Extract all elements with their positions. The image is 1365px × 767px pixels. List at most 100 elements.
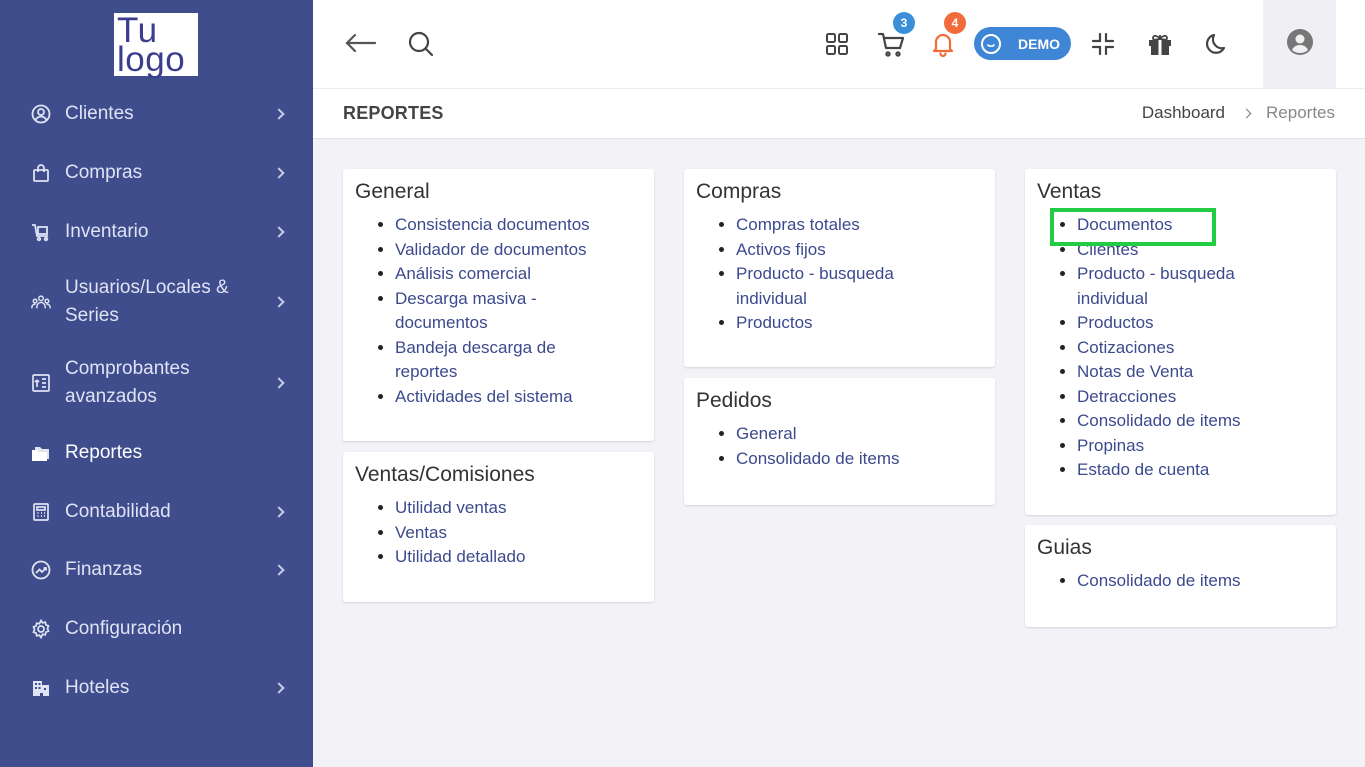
list-item: Estado de cuenta bbox=[1077, 458, 1240, 483]
list-item: Producto - busqueda individual bbox=[1077, 262, 1240, 311]
search-icon[interactable] bbox=[405, 28, 437, 60]
report-link[interactable]: Notas de Venta bbox=[1077, 362, 1193, 381]
sidebar-item-label: Contabilidad bbox=[65, 501, 171, 522]
report-link[interactable]: Compras totales bbox=[736, 215, 860, 234]
sidebar-item-hoteles[interactable]: Hoteles bbox=[0, 674, 313, 702]
sidebar-item-inventario[interactable]: Inventario bbox=[0, 218, 313, 246]
back-arrow-icon[interactable] bbox=[343, 28, 379, 58]
list-item: Consolidado de items bbox=[736, 447, 899, 472]
report-list: Utilidad ventas Ventas Utilidad detallad… bbox=[395, 496, 525, 570]
report-link[interactable]: individual bbox=[736, 289, 807, 308]
sidebar-item-compras[interactable]: Compras bbox=[0, 159, 313, 187]
list-item: Descarga masiva - documentos bbox=[395, 287, 590, 336]
report-link[interactable]: Consolidado de items bbox=[1077, 411, 1240, 430]
report-link[interactable]: Bandeja descarga de bbox=[395, 338, 556, 357]
list-item: Validador de documentos bbox=[395, 238, 590, 263]
report-list: Documentos Clientes Producto - busquedai… bbox=[1077, 213, 1240, 483]
list-item: Utilidad ventas bbox=[395, 496, 525, 521]
report-link[interactable]: Producto - busqueda bbox=[736, 264, 894, 283]
report-link[interactable]: Consolidado de items bbox=[736, 449, 899, 468]
chevron-right-icon bbox=[273, 377, 285, 389]
report-link[interactable]: Actividades del sistema bbox=[395, 387, 573, 406]
sidebar-item-label: Reportes bbox=[65, 442, 143, 463]
report-link[interactable]: Ventas bbox=[395, 523, 447, 542]
shopping-bag-icon bbox=[31, 163, 51, 183]
list-item: Notas de Venta bbox=[1077, 360, 1240, 385]
sidebar-item-usuarios[interactable]: Usuarios/Locales & Series bbox=[0, 274, 313, 330]
report-link[interactable]: Utilidad ventas bbox=[395, 498, 507, 517]
card-guias: Guias Consolidado de items bbox=[1025, 525, 1336, 627]
report-link[interactable]: Producto - busqueda bbox=[1077, 264, 1235, 283]
card-compras: Compras Compras totales Activos fijos Pr… bbox=[684, 169, 995, 367]
sidebar-item-contabilidad[interactable]: Contabilidad bbox=[0, 498, 313, 526]
list-item: Ventas bbox=[395, 521, 525, 546]
notifications-count-badge: 4 bbox=[944, 12, 966, 34]
report-link[interactable]: General bbox=[736, 424, 796, 443]
list-item: Consistencia documentos bbox=[395, 213, 590, 238]
trend-icon bbox=[31, 560, 51, 580]
sidebar-item-label: Hoteles bbox=[65, 677, 130, 698]
report-list: Consolidado de items bbox=[1077, 569, 1240, 594]
report-link[interactable]: documentos bbox=[395, 313, 488, 332]
moon-icon[interactable] bbox=[1203, 30, 1231, 58]
report-link[interactable]: Cotizaciones bbox=[1077, 338, 1174, 357]
cart-box-icon bbox=[31, 222, 51, 242]
sidebar-item-label: avanzados bbox=[65, 386, 157, 407]
folders-icon bbox=[31, 443, 51, 463]
building-icon bbox=[31, 678, 51, 698]
bell-icon[interactable] bbox=[929, 30, 957, 58]
card-title: General bbox=[355, 180, 430, 203]
report-link[interactable]: Descarga masiva - bbox=[395, 289, 537, 308]
report-link[interactable]: Consolidado de items bbox=[1077, 571, 1240, 590]
logo[interactable]: Tu logo bbox=[114, 13, 198, 77]
report-link[interactable]: Utilidad detallado bbox=[395, 547, 525, 566]
chevron-right-icon bbox=[273, 167, 285, 179]
apps-grid-icon[interactable] bbox=[824, 31, 850, 57]
card-title: Compras bbox=[696, 180, 782, 203]
report-link[interactable]: Estado de cuenta bbox=[1077, 460, 1209, 479]
gift-box-icon[interactable] bbox=[1146, 30, 1174, 58]
sidebar-item-reportes[interactable]: Reportes bbox=[0, 439, 313, 467]
sidebar-item-clientes[interactable]: Clientes bbox=[0, 100, 313, 128]
receipt-icon bbox=[31, 373, 51, 393]
avatar-icon bbox=[1286, 28, 1314, 61]
report-link[interactable]: reportes bbox=[395, 362, 457, 381]
list-item: Consolidado de items bbox=[1077, 569, 1240, 594]
report-link[interactable]: Detracciones bbox=[1077, 387, 1176, 406]
list-item: Activos fijos bbox=[736, 238, 894, 263]
card-title: Guias bbox=[1037, 536, 1092, 559]
chevron-right-icon bbox=[273, 682, 285, 694]
chevron-right-icon bbox=[273, 564, 285, 576]
demo-label: DEMO bbox=[1018, 35, 1060, 52]
list-item: Producto - busqueda individual bbox=[736, 262, 894, 311]
report-link[interactable]: Consistencia documentos bbox=[395, 215, 590, 234]
list-item: Compras totales bbox=[736, 213, 894, 238]
report-list: Compras totales Activos fijos Producto -… bbox=[736, 213, 894, 336]
compress-icon[interactable] bbox=[1090, 31, 1116, 57]
chevron-right-icon bbox=[273, 108, 285, 120]
breadcrumb-current: Reportes bbox=[1266, 103, 1335, 122]
list-item: Bandeja descarga de reportes bbox=[395, 336, 590, 385]
chevron-right-icon bbox=[273, 506, 285, 518]
breadcrumb-dashboard[interactable]: Dashboard bbox=[1142, 103, 1225, 123]
list-item: Actividades del sistema bbox=[395, 385, 590, 410]
user-menu-button[interactable] bbox=[1263, 0, 1336, 88]
sidebar-item-configuracion[interactable]: Configuración bbox=[0, 615, 313, 643]
gear-icon bbox=[31, 619, 51, 639]
topbar: 3 4 DEMO bbox=[313, 0, 1365, 88]
report-link[interactable]: Productos bbox=[1077, 313, 1154, 332]
report-link[interactable]: Propinas bbox=[1077, 436, 1144, 455]
sidebar-item-label: Compras bbox=[65, 162, 143, 183]
sidebar-item-comprobantes[interactable]: Comprobantes avanzados bbox=[0, 355, 313, 411]
demo-mode-toggle[interactable]: DEMO bbox=[974, 27, 1071, 60]
report-link[interactable]: individual bbox=[1077, 289, 1148, 308]
report-link[interactable]: Activos fijos bbox=[736, 240, 826, 259]
report-link[interactable]: Productos bbox=[736, 313, 813, 332]
list-item: Detracciones bbox=[1077, 385, 1240, 410]
report-link[interactable]: Validador de documentos bbox=[395, 240, 587, 259]
cart-count-badge: 3 bbox=[893, 12, 915, 34]
sidebar-item-label: Inventario bbox=[65, 221, 149, 242]
sidebar-item-finanzas[interactable]: Finanzas bbox=[0, 556, 313, 584]
list-item: Análisis comercial bbox=[395, 262, 590, 287]
report-link[interactable]: Análisis comercial bbox=[395, 264, 531, 283]
